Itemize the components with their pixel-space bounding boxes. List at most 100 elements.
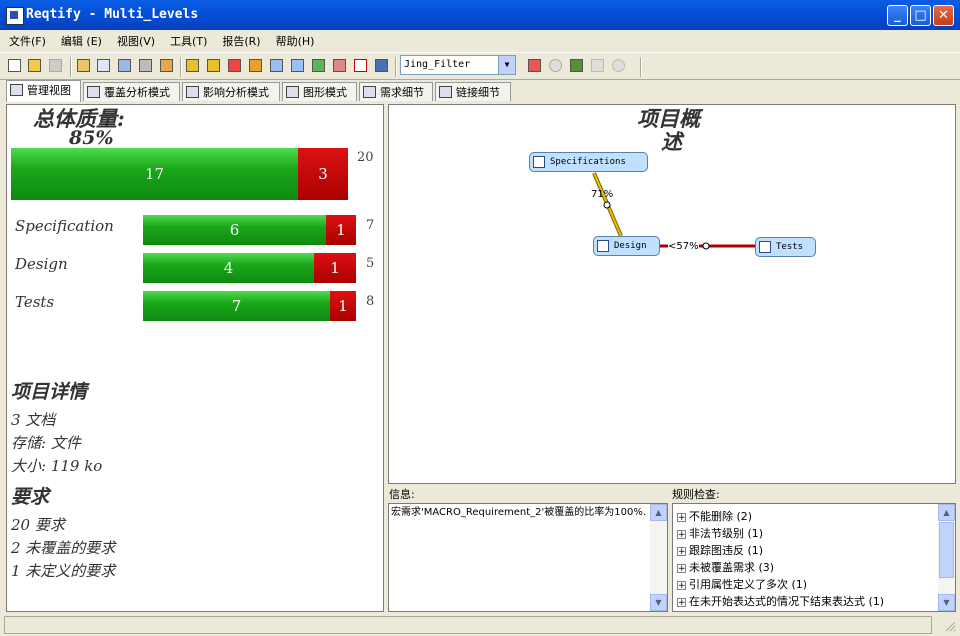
- menu-tools[interactable]: 工具(T): [161, 30, 213, 49]
- uncovered-segment: 1: [326, 215, 356, 245]
- info-panel: 宏需求'MACRO_Requirement_2'被覆盖的比率为100%. ▲ ▼: [388, 503, 668, 612]
- rule-item[interactable]: + 引用属性定义了多次 (1): [677, 576, 807, 592]
- info-scrollbar[interactable]: ▲ ▼: [650, 504, 667, 611]
- quality-percent: 85%: [69, 127, 114, 149]
- rule-item[interactable]: + 未被覆盖需求 (3): [677, 559, 774, 575]
- rules-scrollbar[interactable]: ▲ ▼: [938, 504, 955, 611]
- doc-name: Specification: [15, 217, 114, 235]
- scroll-up-icon[interactable]: ▲: [650, 504, 667, 521]
- scroll-up-icon[interactable]: ▲: [938, 504, 955, 521]
- rule-item[interactable]: + 不能删除 (2): [677, 508, 752, 524]
- node-tests[interactable]: Tests: [755, 237, 816, 257]
- detail-line: 大小: 119 ko: [11, 457, 103, 475]
- status-field: [4, 616, 932, 634]
- link-percent: 71%: [591, 189, 614, 200]
- uncovered-req-icon[interactable]: [247, 57, 265, 75]
- node-design[interactable]: Design: [593, 236, 660, 256]
- rule-item[interactable]: + 在未开始表达式的情况下结束表达式 (1): [677, 593, 884, 609]
- delete-icon[interactable]: [352, 57, 370, 75]
- uncovered-segment: 1: [330, 291, 356, 321]
- tab-management[interactable]: 管理视图: [6, 80, 81, 102]
- filter-select[interactable]: Jing_Filter ▼: [400, 55, 516, 75]
- chevron-down-icon[interactable]: ▼: [498, 56, 515, 74]
- save-icon[interactable]: [47, 57, 65, 75]
- view-tabs: 管理视图 覆盖分析模式 影响分析模式 图形模式 需求细节 链接细节: [0, 80, 960, 102]
- layers-icon[interactable]: [310, 57, 328, 75]
- link-handle: [702, 242, 710, 250]
- chart-icon[interactable]: [526, 57, 544, 75]
- check-icon[interactable]: [589, 57, 607, 75]
- covered-segment: 4: [143, 253, 314, 283]
- app-icon[interactable]: [6, 7, 24, 25]
- book-icon[interactable]: [373, 57, 391, 75]
- open-icon[interactable]: [26, 57, 44, 75]
- req-line: 2 未覆盖的要求: [11, 539, 116, 557]
- link-icon[interactable]: [331, 57, 349, 75]
- total-count: 20: [357, 150, 374, 165]
- expand-icon[interactable]: +: [677, 563, 686, 573]
- users-icon[interactable]: [158, 57, 176, 75]
- node-specifications[interactable]: Specifications: [529, 152, 648, 172]
- link-percent: <57%: [668, 241, 699, 252]
- tab-req-details[interactable]: 需求细节: [359, 82, 433, 101]
- close-button[interactable]: ✕: [933, 5, 954, 26]
- menu-help[interactable]: 帮助(H): [267, 30, 321, 49]
- tools-icon[interactable]: [137, 57, 155, 75]
- expand-icon[interactable]: +: [677, 580, 686, 590]
- doc-total: 7: [366, 218, 375, 233]
- preview-icon[interactable]: [95, 57, 113, 75]
- graph-icon: [286, 86, 299, 98]
- next-req-icon[interactable]: [205, 57, 223, 75]
- prev-req-icon[interactable]: [184, 57, 202, 75]
- rules-label: 规则检查:: [672, 488, 720, 501]
- resize-grip-icon[interactable]: [944, 620, 956, 632]
- expand-icon[interactable]: +: [677, 546, 686, 556]
- impact-icon: [186, 86, 199, 98]
- expand-icon[interactable]: +: [677, 597, 686, 607]
- menu-report[interactable]: 报告(R): [213, 30, 266, 49]
- minimize-button[interactable]: _: [887, 5, 908, 26]
- export-icon[interactable]: [289, 57, 307, 75]
- rule-item[interactable]: + 非法节级别 (1): [677, 525, 763, 541]
- table-icon: [363, 86, 376, 98]
- doc-name: Tests: [15, 293, 55, 311]
- cloud-icon[interactable]: [610, 57, 628, 75]
- window-title: Reqtify - Multi_Levels: [26, 7, 199, 22]
- coverage-icon: [87, 86, 100, 98]
- maximize-button[interactable]: □: [910, 5, 931, 26]
- copy-icon[interactable]: [116, 57, 134, 75]
- unknown-req-icon[interactable]: [226, 57, 244, 75]
- run-icon[interactable]: [568, 57, 586, 75]
- detail-line: 存储: 文件: [11, 434, 81, 452]
- management-icon: [10, 84, 23, 96]
- info-icon[interactable]: [547, 57, 565, 75]
- covered-segment: 17: [11, 148, 298, 200]
- tab-coverage[interactable]: 覆盖分析模式: [83, 82, 180, 101]
- toolbar-separator: [395, 57, 397, 77]
- menu-file[interactable]: 文件(F): [0, 30, 52, 49]
- title-bar: Reqtify - Multi_Levels _ □ ✕: [0, 0, 960, 30]
- covered-segment: 6: [143, 215, 326, 245]
- scroll-thumb[interactable]: [939, 522, 954, 578]
- project-icon[interactable]: [75, 57, 93, 75]
- detail-line: 3 文档: [11, 411, 56, 429]
- menu-edit[interactable]: 编辑 (E): [52, 30, 108, 49]
- expand-icon[interactable]: +: [677, 512, 686, 522]
- document-icon: [597, 240, 609, 252]
- overview-panel: 总体质量: 85% 17 3 20 Specification 6 1 7 De…: [6, 104, 384, 612]
- scroll-down-icon[interactable]: ▼: [650, 594, 667, 611]
- tab-impact[interactable]: 影响分析模式: [182, 82, 280, 101]
- doc-total: 5: [366, 256, 375, 271]
- scroll-down-icon[interactable]: ▼: [938, 594, 955, 611]
- toolbar-separator: [70, 57, 72, 77]
- menu-view[interactable]: 视图(V): [108, 30, 161, 49]
- expand-icon[interactable]: +: [677, 529, 686, 539]
- import-icon[interactable]: [268, 57, 286, 75]
- tab-link-details[interactable]: 链接细节: [435, 82, 511, 101]
- new-icon[interactable]: [6, 57, 24, 75]
- uncovered-segment: 1: [314, 253, 356, 283]
- rule-item[interactable]: + 跟踪图违反 (1): [677, 542, 763, 558]
- toolbar-separator: [180, 57, 182, 77]
- rules-panel: + 不能删除 (2) + 非法节级别 (1) + 跟踪图违反 (1) + 未被覆盖需求 …: [672, 503, 956, 612]
- tab-graph[interactable]: 图形模式: [282, 82, 357, 101]
